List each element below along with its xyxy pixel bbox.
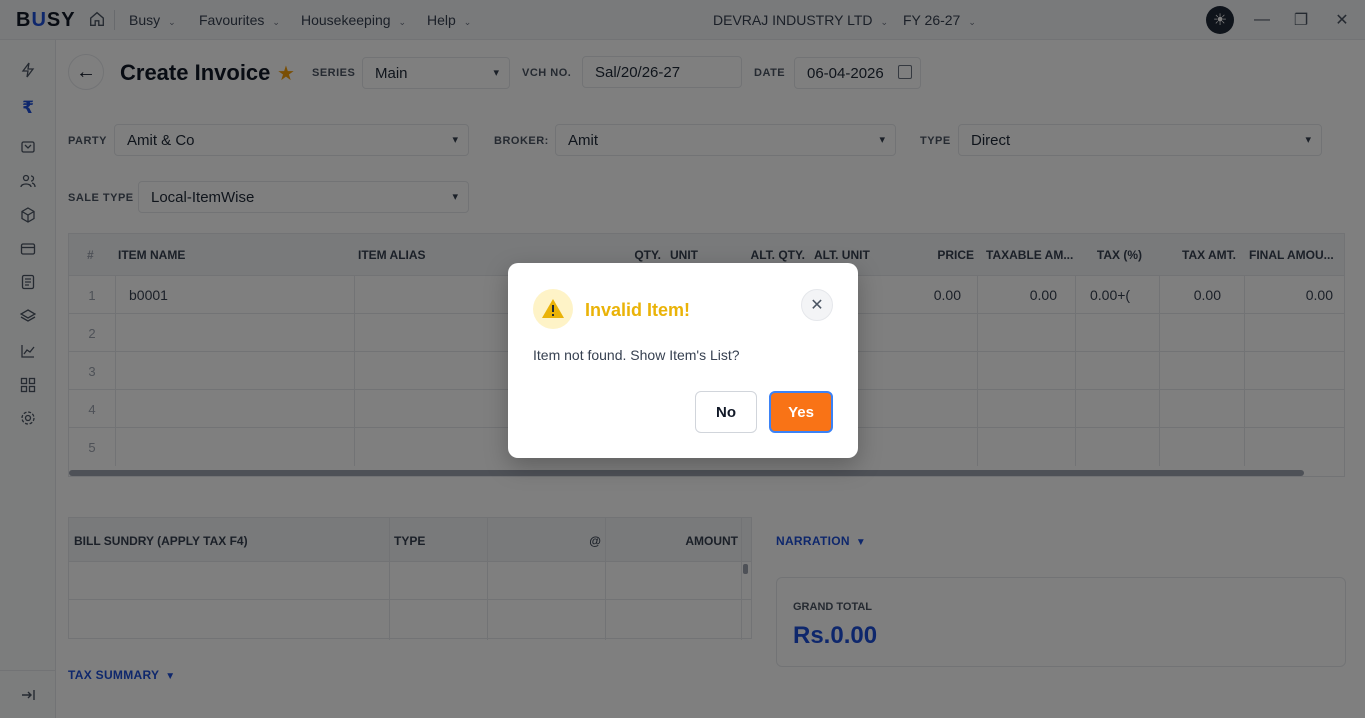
close-icon[interactable]: ✕	[801, 289, 833, 321]
dialog-message: Item not found. Show Item's List?	[533, 347, 740, 363]
warning-icon	[533, 289, 573, 329]
dialog-title: Invalid Item!	[585, 300, 691, 320]
yes-button[interactable]: Yes	[769, 391, 833, 433]
invalid-item-dialog: Invalid Item! ✕ Item not found. Show Ite…	[508, 263, 858, 458]
no-button[interactable]: No	[695, 391, 757, 433]
